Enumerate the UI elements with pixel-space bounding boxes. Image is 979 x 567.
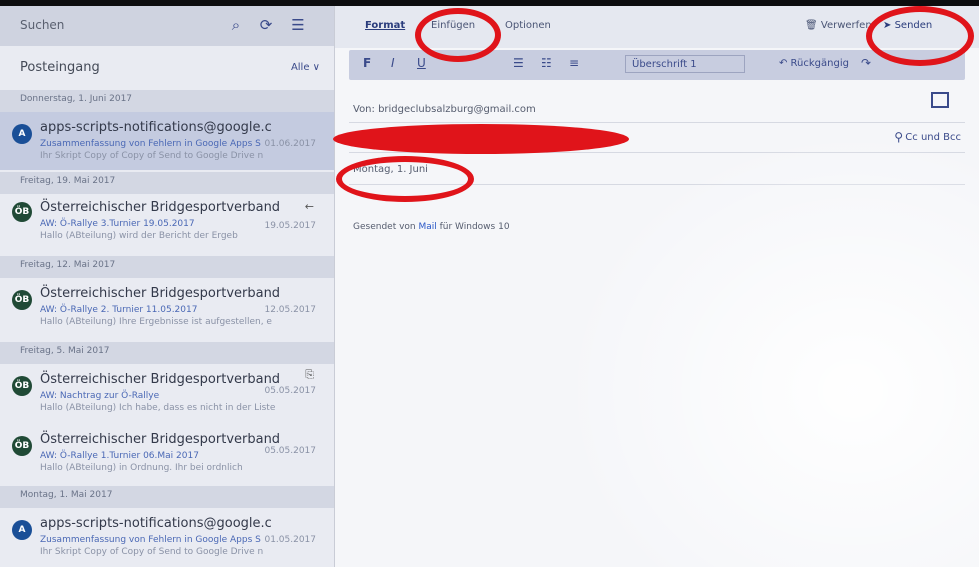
numbered-list-button[interactable]: ☷ [541,56,552,70]
mail-sender: Österreichischer Bridgesportverband [40,372,281,387]
heading-style-dropdown[interactable]: Überschrift 1 [625,55,745,73]
attachment-icon: ⎘ [305,368,314,381]
avatar: ÖB [12,202,32,222]
annotation-ring-send [866,6,974,66]
avatar: ÖB [12,376,32,396]
popout-icon[interactable] [931,92,949,108]
bold-button[interactable]: F [363,56,371,70]
filter-dropdown[interactable]: Alle ∨ [291,62,320,73]
date-group-header: Montag, 1. Mai 2017 [0,486,334,508]
list-item[interactable]: A apps-scripts-notifications@google.c Zu… [0,508,334,567]
avatar: ÖB [12,290,32,310]
mail-date: 01.05.2017 [264,535,316,545]
search-label: Suchen [20,18,65,32]
redo-button[interactable]: ↷ [861,56,871,70]
mail-preview: Ihr Skript Copy of Copy of Send to Googl… [40,547,264,557]
mail-subject: AW: Ö-Rallye 3.Turnier 19.05.2017 [40,219,195,229]
date-group-header: Donnerstag, 1. Juni 2017 [0,90,334,112]
avatar: ÖB [12,436,32,456]
mail-subject: AW: Ö-Rallye 2. Turnier 11.05.2017 [40,305,198,315]
signature-suffix: für Windows 10 [436,222,510,232]
mail-subject: Zusammenfassung von Fehlern in Google Ap… [40,139,261,149]
divider [349,122,965,123]
date-group-header: Freitag, 19. Mai 2017 [0,172,334,194]
avatar: A [12,124,32,144]
screen-glare [559,126,979,567]
mail-preview: Ihr Skript Copy of Copy of Send to Googl… [40,151,264,161]
from-line: Von: bridgeclubsalzburg@gmail.com [353,104,536,115]
avatar: A [12,520,32,540]
sync-icon[interactable]: ⟳ [256,15,276,35]
signature-link[interactable]: Mail [418,222,436,232]
cc-bcc-button[interactable]: Cc und Bcc [905,132,961,143]
mail-preview: Hallo (ABteilung) Ich habe, dass es nich… [40,403,276,413]
contact-icon[interactable]: ⚲ [894,130,903,144]
mail-preview: Hallo (ABteilung) in Ordnung. Ihr bei or… [40,463,243,473]
signature[interactable]: Gesendet von Mail für Windows 10 [353,222,510,232]
list-item[interactable]: ÖB Österreichischer Bridgesportverband A… [0,278,334,338]
search-icon[interactable]: ⌕ [226,15,246,35]
mail-subject: Zusammenfassung von Fehlern in Google Ap… [40,535,261,545]
annotation-ring-einfuegen [415,8,501,62]
date-group-header: Freitag, 5. Mai 2017 [0,342,334,364]
align-button[interactable]: ≡ [569,56,579,70]
mail-preview: Hallo (ABteilung) Ihre Ergebnisse ist au… [40,317,272,327]
mail-sender: apps-scripts-notifications@google.c [40,120,272,135]
list-item[interactable]: ÖB Österreichischer Bridgesportverband A… [0,424,334,486]
search-bar[interactable]: Suchen ⌕ ⟳ ☰ [0,6,334,46]
mail-date: 12.05.2017 [264,305,316,315]
list-item[interactable]: ÖB Österreichischer Bridgesportverband ⎘… [0,364,334,424]
folder-header: Posteingang Alle ∨ [0,52,334,86]
discard-label: Verwerfen [820,20,872,31]
compose-pane: Format Einfügen Optionen 🗑 Verwerfen ➤ S… [335,6,979,567]
mail-sender: apps-scripts-notifications@google.c [40,516,272,531]
discard-button[interactable]: 🗑 Verwerfen [805,20,872,31]
mail-date: 01.06.2017 [264,139,316,149]
list-item[interactable]: A apps-scripts-notifications@google.c Zu… [0,112,334,170]
tab-optionen[interactable]: Optionen [505,20,551,31]
mail-subject: AW: Nachtrag zur Ö-Rallye [40,391,160,401]
annotation-ring-subject [336,156,474,202]
tab-format[interactable]: Format [365,20,405,31]
mail-app-window: Suchen ⌕ ⟳ ☰ Posteingang Alle ∨ Donnerst… [0,6,979,567]
trash-icon: 🗑 [805,20,818,31]
mail-subject: AW: Ö-Rallye 1.Turnier 06.Mai 2017 [40,451,199,461]
mail-sender: Österreichischer Bridgesportverband [40,432,281,447]
mail-date: 05.05.2017 [264,386,316,396]
mail-preview: Hallo (ABteilung) wird der Bericht der E… [40,231,238,241]
filter-list-icon[interactable]: ☰ [288,15,308,35]
mail-date: 19.05.2017 [264,221,316,231]
bullet-list-button[interactable]: ☰ [513,56,524,70]
mail-date: 05.05.2017 [264,446,316,456]
list-item[interactable]: ÖB Österreichischer Bridgesportverband ←… [0,194,334,252]
italic-button[interactable]: I [391,56,395,70]
mail-sender: Österreichischer Bridgesportverband [40,286,281,301]
annotation-redaction [333,124,629,154]
reply-icon: ← [304,200,314,213]
undo-button[interactable]: ↶ Rückgängig [779,58,849,69]
date-group-header: Freitag, 12. Mai 2017 [0,256,334,278]
underline-button[interactable]: U [417,56,426,70]
mail-sender: Österreichischer Bridgesportverband [40,200,281,215]
signature-prefix: Gesendet von [353,222,419,232]
message-list-pane: Suchen ⌕ ⟳ ☰ Posteingang Alle ∨ Donnerst… [0,6,335,567]
folder-name: Posteingang [20,60,100,75]
